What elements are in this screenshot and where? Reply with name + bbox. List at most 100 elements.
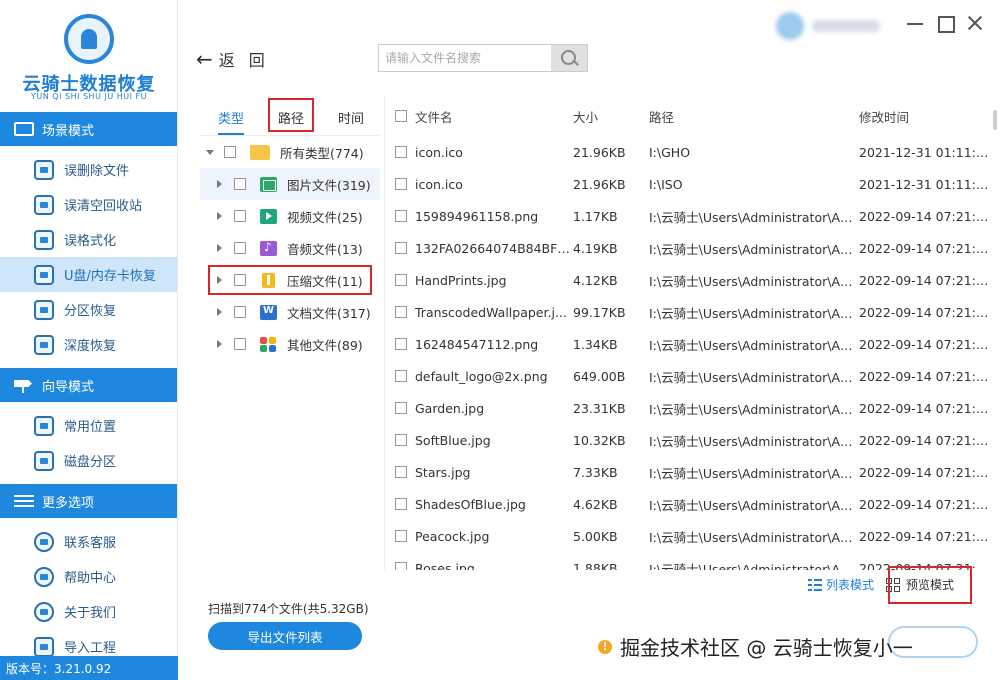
table-row[interactable]: Stars.jpg 7.33KB I:\云骑士\Users\Administrato… <box>385 456 990 488</box>
category-checkbox[interactable] <box>234 178 246 190</box>
search-input[interactable] <box>379 45 551 71</box>
file-table-body: icon.ico 21.96KB I:\GHO 2021-12-31 01:11:55… <box>385 136 990 570</box>
partition-icon <box>34 299 54 320</box>
search-button[interactable] <box>551 45 587 71</box>
row-checkbox[interactable] <box>395 274 407 286</box>
table-row[interactable]: 162484547112.png 1.34KB I:\云骑士\Users\Admin… <box>385 328 990 360</box>
header-modified[interactable]: 修改时间 <box>859 96 990 136</box>
sidebar-item-recycle-bin[interactable]: 误清空回收站 <box>0 187 177 222</box>
row-checkbox[interactable] <box>395 402 407 414</box>
category-checkbox[interactable] <box>234 338 246 350</box>
table-row[interactable]: icon.ico 21.96KB I:\GHO 2021-12-31 01:11:55 <box>385 136 990 168</box>
section-more-options: 更多选项 <box>0 484 177 518</box>
category-checkbox[interactable] <box>224 146 236 158</box>
back-button[interactable]: ← 返回 <box>196 47 279 71</box>
file-modified-cell: 2022-09-14 07:21:47 <box>859 240 990 256</box>
sidebar-item-format[interactable]: 误格式化 <box>0 222 177 257</box>
watermark-text: 掘金技术社区 @ 云骑士恢复小一 <box>620 636 913 660</box>
sidebar-item-usb-card[interactable]: U盘/内存卡恢复 <box>0 257 177 292</box>
export-file-list-button[interactable]: 导出文件列表 <box>208 622 362 650</box>
category-row[interactable]: 其他文件(89) <box>200 328 380 360</box>
row-checkbox[interactable] <box>395 370 407 382</box>
expand-right-icon[interactable] <box>216 244 224 252</box>
expand-right-icon[interactable] <box>216 276 224 284</box>
search-box <box>378 44 588 72</box>
category-row[interactable]: 图片文件(319) <box>200 168 380 200</box>
sidebar-nav: 场景模式误删除文件 误清空回收站 误格式化 U盘/内存卡恢复 分区恢复 深度恢复向导模式常… <box>0 112 177 670</box>
table-row[interactable]: Garden.jpg 23.31KB I:\云骑士\Users\Administra… <box>385 392 990 424</box>
maximize-icon[interactable] <box>936 14 955 33</box>
select-all-checkbox[interactable] <box>395 110 407 122</box>
usb-card-icon <box>34 264 54 285</box>
category-checkbox[interactable] <box>234 274 246 286</box>
user-account-area[interactable] <box>776 12 882 40</box>
tab-path[interactable]: 路径 <box>278 108 304 127</box>
row-checkbox[interactable] <box>395 530 407 542</box>
file-modified-cell: 2022-09-14 07:21:52 <box>859 528 990 544</box>
document-file-icon <box>260 304 277 320</box>
minimize-icon[interactable] <box>906 14 924 32</box>
row-checkbox[interactable] <box>395 434 407 446</box>
header-name[interactable]: 文件名 <box>413 96 573 136</box>
avatar <box>776 12 804 40</box>
preview-mode-button[interactable]: 预览模式 <box>886 576 954 593</box>
row-checkbox[interactable] <box>395 210 407 222</box>
scrollbar-thumb[interactable] <box>993 110 997 130</box>
category-checkbox[interactable] <box>234 210 246 222</box>
header-size[interactable]: 大小 <box>573 96 649 136</box>
sidebar-item-disk-partition[interactable]: 磁盘分区 <box>0 443 177 478</box>
category-label: 音频文件(13) <box>287 241 363 257</box>
category-row[interactable]: 音频文件(13) <box>200 232 380 264</box>
expand-right-icon[interactable] <box>216 340 224 348</box>
category-row[interactable]: 文档文件(317) <box>200 296 380 328</box>
sidebar-item-help[interactable]: 帮助中心 <box>0 559 177 594</box>
sidebar-item-about[interactable]: 关于我们 <box>0 594 177 629</box>
tab-time[interactable]: 时间 <box>338 108 364 127</box>
row-checkbox[interactable] <box>395 338 407 350</box>
table-row[interactable]: Peacock.jpg 5.00KB I:\云骑士\Users\Administra… <box>385 520 990 552</box>
table-row[interactable]: 132FA02664074B84BF67... 4.19KB I:\云骑士\User… <box>385 232 990 264</box>
row-checkbox[interactable] <box>395 562 407 570</box>
expand-right-icon[interactable] <box>216 308 224 316</box>
sidebar-item-deep-recovery[interactable]: 深度恢复 <box>0 327 177 362</box>
sidebar-item-partition[interactable]: 分区恢复 <box>0 292 177 327</box>
header-path[interactable]: 路径 <box>649 96 859 136</box>
category-row[interactable]: 所有类型(774) <box>200 136 380 168</box>
close-icon[interactable] <box>966 14 984 32</box>
expand-right-icon[interactable] <box>216 212 224 220</box>
list-mode-button[interactable]: 列表模式 <box>808 576 874 593</box>
table-row[interactable]: icon.ico 21.96KB I:\ISO 2021-12-31 01:11:55 <box>385 168 990 200</box>
table-row[interactable]: default_logo@2x.png 649.00B I:\云骑士\Users\A… <box>385 360 990 392</box>
file-size-cell: 21.96KB <box>573 176 626 192</box>
file-path-cell: I:\ISO <box>649 176 683 192</box>
category-checkbox[interactable] <box>234 242 246 254</box>
row-checkbox[interactable] <box>395 466 407 478</box>
file-size-cell: 4.62KB <box>573 496 618 512</box>
category-row[interactable]: 压缩文件(11) <box>200 264 380 296</box>
row-checkbox[interactable] <box>395 242 407 254</box>
row-checkbox[interactable] <box>395 146 407 158</box>
category-row[interactable]: 视频文件(25) <box>200 200 380 232</box>
section-scene-mode: 场景模式 <box>0 112 177 146</box>
category-checkbox[interactable] <box>234 306 246 318</box>
file-size-cell: 5.00KB <box>573 528 618 544</box>
table-row[interactable]: TranscodedWallpaper.j... 99.17KB I:\云骑士\Us… <box>385 296 990 328</box>
table-row[interactable]: SoftBlue.jpg 10.32KB I:\云骑士\Users\Administ… <box>385 424 990 456</box>
sidebar-item-common-location[interactable]: 常用位置 <box>0 408 177 443</box>
table-row[interactable]: HandPrints.jpg 4.12KB I:\云骑士\Users\Adminis… <box>385 264 990 296</box>
table-row[interactable]: Roses.jpg 1.88KB I:\云骑士\Users\Administrato… <box>385 552 990 570</box>
expand-down-icon[interactable] <box>206 148 214 156</box>
section-guide-mode: 向导模式 <box>0 368 177 402</box>
table-row[interactable]: ShadesOfBlue.jpg 4.62KB I:\云骑士\Users\Admin… <box>385 488 990 520</box>
sidebar-item-label: 常用位置 <box>64 420 117 435</box>
row-checkbox[interactable] <box>395 178 407 190</box>
sidebar-item-customer-service[interactable]: 联系客服 <box>0 524 177 559</box>
row-checkbox[interactable] <box>395 498 407 510</box>
expand-right-icon[interactable] <box>216 180 224 188</box>
window-controls <box>906 14 984 33</box>
tab-type[interactable]: 类型 <box>218 108 245 135</box>
sidebar-item-deleted-file[interactable]: 误删除文件 <box>0 152 177 187</box>
file-name-cell: Peacock.jpg <box>415 528 490 544</box>
table-row[interactable]: 159894961158.png 1.17KB I:\云骑士\Users\Admin… <box>385 200 990 232</box>
row-checkbox[interactable] <box>395 306 407 318</box>
